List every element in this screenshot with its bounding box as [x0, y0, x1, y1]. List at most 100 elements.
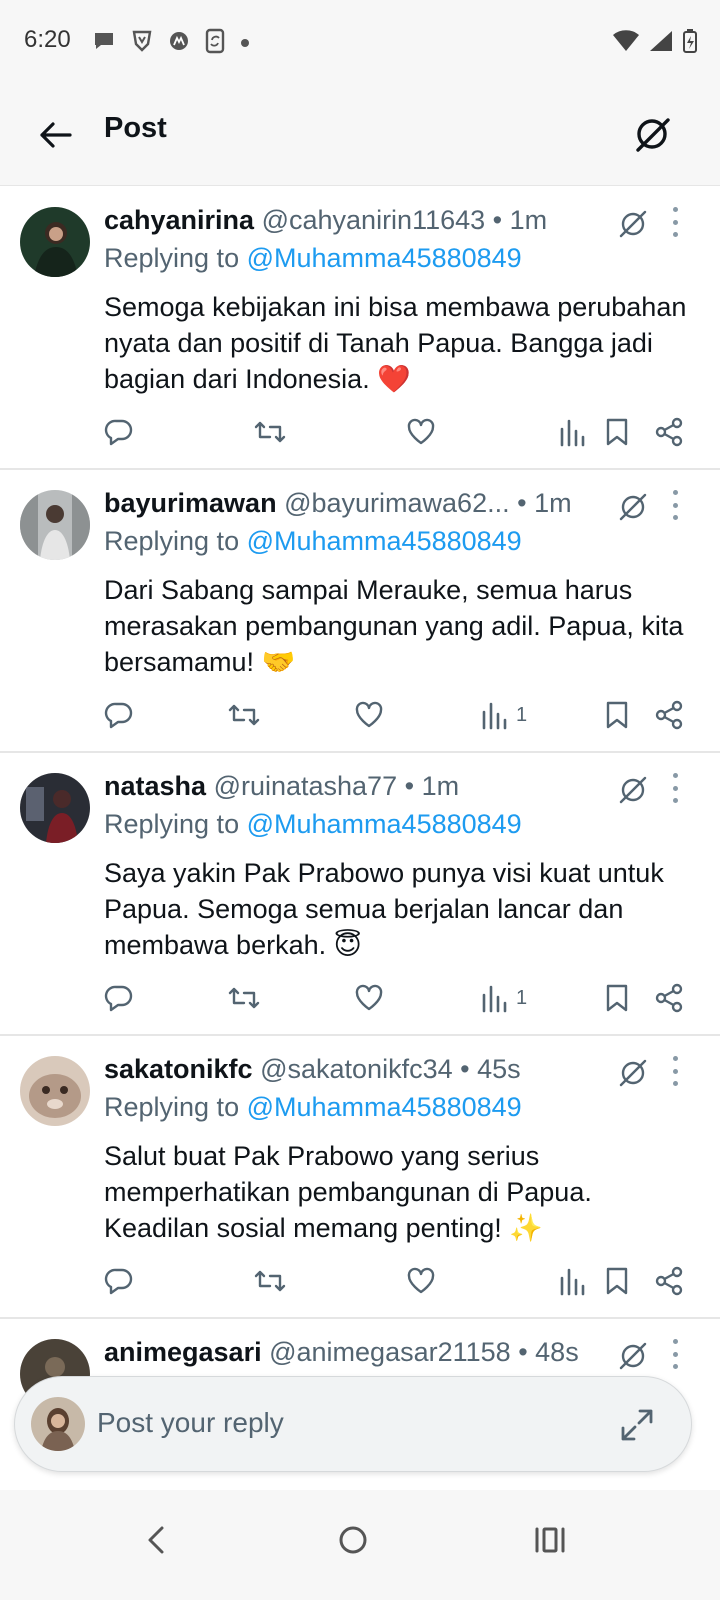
user-handle[interactable]: @cahyanirin11643	[262, 205, 486, 235]
grok-icon	[636, 118, 670, 152]
grok-icon	[619, 210, 647, 238]
avatar[interactable]	[20, 1056, 90, 1126]
grok-explain-button[interactable]	[616, 490, 650, 524]
more-options-icon[interactable]	[666, 1056, 684, 1086]
grok-button[interactable]	[624, 106, 680, 162]
display-name[interactable]: animegasari	[104, 1337, 262, 1367]
reply-composer-bar[interactable]	[14, 1376, 692, 1472]
tweet-actions: 1	[104, 698, 694, 732]
chevron-left-icon	[148, 1526, 164, 1554]
timestamp: • 48s	[518, 1337, 579, 1367]
nav-home-button[interactable]	[323, 1510, 383, 1570]
reply-button[interactable]	[104, 1264, 134, 1298]
comment-icon	[104, 985, 133, 1012]
retweet-button[interactable]	[228, 698, 260, 732]
avatar[interactable]	[20, 773, 90, 843]
avatar[interactable]	[20, 490, 90, 560]
user-handle[interactable]: @ruinatasha77	[214, 771, 398, 801]
bookmark-button[interactable]	[604, 981, 630, 1015]
share-button[interactable]	[654, 698, 684, 732]
comment-icon	[104, 419, 133, 446]
grok-icon	[619, 1059, 647, 1087]
reply-button[interactable]	[104, 981, 134, 1015]
reply-button[interactable]	[104, 698, 134, 732]
display-name[interactable]: sakatonikfc	[104, 1054, 253, 1084]
display-name[interactable]: cahyanirina	[104, 205, 254, 235]
heart-icon	[407, 418, 435, 445]
avatar[interactable]	[20, 207, 90, 277]
replying-to-link[interactable]: @Muhamma45880849	[247, 526, 522, 556]
user-handle[interactable]: @animegasar21158	[269, 1337, 511, 1367]
grok-explain-button[interactable]	[616, 207, 650, 241]
tweet-text: Salut buat Pak Prabowo yang serius mempe…	[104, 1141, 592, 1243]
retweet-button[interactable]	[254, 1264, 286, 1298]
reply-tweet[interactable]: sakatonikfc @sakatonikfc34 • 45s Replyin…	[0, 1036, 720, 1319]
like-button[interactable]	[406, 415, 436, 449]
retweet-button[interactable]	[254, 415, 286, 449]
retweet-button[interactable]	[228, 981, 260, 1015]
grok-icon	[619, 776, 647, 804]
share-button[interactable]	[654, 981, 684, 1015]
tweet-actions	[104, 1264, 694, 1298]
like-button[interactable]	[354, 698, 384, 732]
reply-button[interactable]	[104, 415, 134, 449]
retweet-icon	[228, 704, 260, 726]
reply-tweet[interactable]: bayurimawan @bayurimawa62... • 1m Replyi…	[0, 470, 720, 753]
tweet-header: sakatonikfc @sakatonikfc34 • 45s	[104, 1054, 590, 1085]
status-time: 6:20	[24, 26, 71, 53]
more-options-icon[interactable]	[666, 773, 684, 803]
grok-explain-button[interactable]	[616, 1056, 650, 1090]
retweet-icon	[254, 1270, 286, 1292]
display-name[interactable]: natasha	[104, 771, 206, 801]
grok-explain-button[interactable]	[616, 773, 650, 807]
nav-back-button[interactable]	[126, 1510, 186, 1570]
analytics-icon	[482, 985, 507, 1013]
phone-sync-icon	[204, 28, 226, 59]
tweet-text: Dari Sabang sampai Merauke, semua harus …	[104, 575, 684, 677]
top-app-bar: Post	[0, 90, 720, 186]
reply-input[interactable]	[97, 1407, 577, 1439]
reply-tweet[interactable]: natasha @ruinatasha77 • 1m Replying to @…	[0, 753, 720, 1036]
retweet-icon	[254, 421, 286, 443]
notification-icons	[92, 28, 250, 59]
back-button[interactable]	[30, 110, 80, 160]
share-icon	[655, 417, 683, 447]
replying-to-label: Replying to	[104, 1092, 240, 1122]
reply-tweet[interactable]: cahyanirina @cahyanirin11643 • 1m Replyi…	[0, 187, 720, 470]
bookmark-icon	[606, 418, 628, 446]
more-options-icon[interactable]	[666, 1339, 684, 1369]
replying-to-line: Replying to @Muhamma45880849	[104, 809, 522, 840]
home-circle-icon	[339, 1526, 367, 1554]
battery-icon	[682, 28, 698, 59]
share-button[interactable]	[654, 415, 684, 449]
nav-recents-button[interactable]	[520, 1510, 580, 1570]
views-button[interactable]: 1	[480, 981, 527, 1015]
heart-icon	[355, 984, 383, 1011]
timestamp: • 1m	[492, 205, 548, 235]
grok-explain-button[interactable]	[616, 1339, 650, 1373]
dot-icon	[240, 35, 250, 53]
views-button[interactable]	[558, 1264, 594, 1298]
views-button[interactable]	[558, 415, 594, 449]
user-handle[interactable]: @bayurimawa62...	[284, 488, 510, 518]
replying-to-link[interactable]: @Muhamma45880849	[247, 243, 522, 273]
user-handle[interactable]: @sakatonikfc34	[260, 1054, 453, 1084]
back-arrow-icon	[40, 122, 72, 148]
views-count: 1	[516, 703, 528, 726]
bookmark-button[interactable]	[604, 698, 630, 732]
bookmark-button[interactable]	[604, 1264, 630, 1298]
replying-to-link[interactable]: @Muhamma45880849	[247, 809, 522, 839]
timestamp: • 1m	[517, 488, 572, 518]
more-options-icon[interactable]	[666, 490, 684, 520]
share-button[interactable]	[654, 1264, 684, 1298]
tweet-header: natasha @ruinatasha77 • 1m	[104, 771, 590, 802]
views-button[interactable]: 1	[480, 698, 527, 732]
chat-notification-icon	[92, 30, 116, 57]
like-button[interactable]	[354, 981, 384, 1015]
expand-composer-button[interactable]	[619, 1407, 655, 1443]
bookmark-button[interactable]	[604, 415, 630, 449]
like-button[interactable]	[406, 1264, 436, 1298]
replying-to-link[interactable]: @Muhamma45880849	[247, 1092, 522, 1122]
display-name[interactable]: bayurimawan	[104, 488, 277, 518]
more-options-icon[interactable]	[666, 207, 684, 237]
